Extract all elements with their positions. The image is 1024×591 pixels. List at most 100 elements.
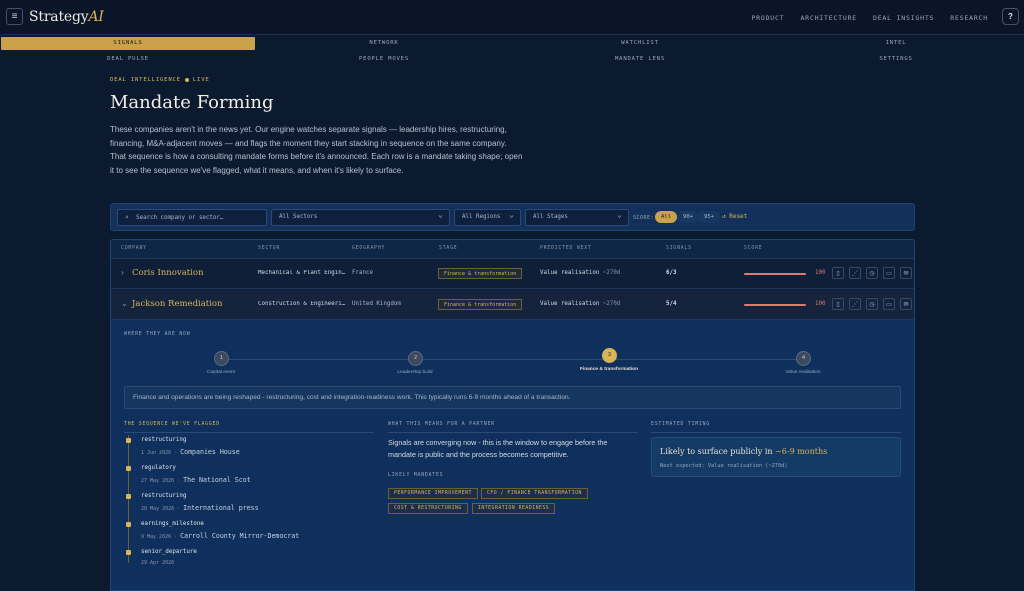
signal-meta: 9 May 2026 · Carroll County Mirror-Democ… — [141, 532, 300, 540]
signals-cell: 5/4 — [666, 301, 677, 307]
sector-select[interactable]: All Sectors — [271, 207, 450, 226]
tab-settings[interactable]: SETTINGS — [769, 53, 1023, 66]
clock-icon[interactable]: ◷ — [866, 267, 878, 279]
predicted-next-cell: Value realisation ~270d — [540, 301, 620, 307]
timeline-dot — [126, 438, 131, 443]
stage-badge: Finance & transformation — [438, 299, 523, 310]
signal-date: 20 May 2026 — [141, 506, 175, 512]
tab-watchlist[interactable]: WATCHLIST — [513, 37, 767, 50]
score-90-pill[interactable]: 90+ — [677, 211, 700, 223]
timing-highlight: ~6-9 months — [775, 447, 828, 456]
col-stage[interactable]: STAGE — [439, 246, 457, 251]
nav-deal-insights[interactable]: DEAL INSIGHTS — [873, 14, 934, 22]
page-intro: These companies aren't in the news yet. … — [110, 125, 523, 176]
chevron-right-icon[interactable]: › — [121, 268, 124, 277]
nav-research[interactable]: RESEARCH — [950, 14, 988, 22]
signal-source[interactable]: International press — [183, 504, 258, 512]
region-select[interactable]: All Regions — [454, 207, 521, 226]
mail-icon[interactable]: ✉ — [900, 298, 912, 310]
step-circle: 2 — [408, 351, 423, 366]
comment-icon[interactable]: ▭ — [883, 267, 895, 279]
score-bar — [744, 273, 806, 275]
signal-source[interactable]: The National Scot — [183, 476, 251, 484]
page-kicker: DEAL INTELLIGENCE LIVE — [110, 77, 210, 83]
signal-date: 27 May 2026 — [141, 478, 175, 484]
tab-people-moves[interactable]: PEOPLE MOVES — [257, 53, 511, 66]
score-bar — [744, 304, 806, 306]
chevron-down-icon[interactable]: ⌄ — [121, 299, 128, 308]
tab-intel[interactable]: INTEL — [769, 37, 1023, 50]
col-sector[interactable]: SECTOR — [258, 246, 280, 251]
nav-architecture[interactable]: ARCHITECTURE — [800, 14, 857, 22]
signal-date: 1 Jun 2026 — [141, 450, 172, 456]
col-predicted-next[interactable]: PREDICTED NEXT — [540, 246, 592, 251]
predicted-next-label: Value realisation — [540, 301, 600, 307]
logo[interactable]: StrategyAI — [29, 9, 104, 25]
signal-date: 9 May 2026 — [141, 534, 172, 540]
company-name[interactable]: Jackson Remediation — [132, 299, 223, 309]
predicted-next-cell: Value realisation ~270d — [540, 270, 620, 276]
tab-signals[interactable]: SIGNALS — [1, 37, 255, 50]
where-label: WHERE THEY ARE NOW — [124, 332, 191, 337]
divider — [651, 432, 901, 433]
col-score[interactable]: SCORE — [744, 246, 762, 251]
sector-cell: Mechanical & Plant Engin… — [258, 270, 346, 276]
mandate-tag: CFO / FINANCE TRANSFORMATION — [481, 488, 588, 499]
bookmark-icon[interactable]: ▯ — [832, 298, 844, 310]
company-name[interactable]: Coris Innovation — [132, 268, 204, 278]
search-input[interactable]: ⌕ Search company or sector… — [117, 209, 267, 226]
score-95-pill[interactable]: 95+ — [698, 211, 721, 223]
timeline-dot — [126, 550, 131, 555]
help-icon[interactable]: ? — [1002, 8, 1019, 25]
col-geography[interactable]: GEOGRAPHY — [352, 246, 385, 251]
timing-estimate: Likely to surface publicly in ~6-9 month… — [660, 447, 828, 456]
table-row[interactable]: ⌄ Jackson Remediation Construction & Eng… — [111, 290, 914, 320]
tab-mandate-lens[interactable]: MANDATE LENS — [513, 53, 767, 66]
step-circle: 1 — [214, 351, 229, 366]
mail-icon[interactable]: ✉ — [900, 267, 912, 279]
table-row[interactable]: › Coris Innovation Mechanical & Plant En… — [111, 259, 914, 289]
score-all-pill[interactable]: All — [655, 211, 678, 223]
tab-deal-pulse[interactable]: DEAL PULSE — [1, 53, 255, 66]
bookmark-icon[interactable]: ▯ — [832, 267, 844, 279]
step-circle: 4 — [796, 351, 811, 366]
live-label: LIVE — [192, 77, 210, 83]
mandate-table: COMPANY SECTOR GEOGRAPHY STAGE PREDICTED… — [110, 239, 915, 591]
partner-text: Signals are converging now - this is the… — [388, 438, 608, 459]
timeline-dot — [126, 522, 131, 527]
live-dot-icon — [184, 78, 189, 82]
score-value: 100 — [815, 301, 826, 307]
signal-type: restructuring — [141, 437, 187, 443]
partner-label: WHAT THIS MEANS FOR A PARTNER — [388, 422, 495, 427]
share-icon[interactable]: ⋰ — [849, 298, 861, 310]
step-circle-active: 3 — [602, 348, 617, 363]
signals-cell: 6/3 — [666, 270, 677, 276]
signal-source[interactable]: Companies House — [180, 448, 240, 456]
reset-button[interactable]: ↺ Reset — [722, 213, 747, 220]
sector-cell: Construction & Engineeri… — [258, 301, 346, 307]
signal-meta: 27 May 2026 · The National Scot — [141, 476, 251, 484]
top-bar: ≡ StrategyAI PRODUCT ARCHITECTURE DEAL I… — [0, 0, 1024, 35]
score-filter-label: SCORE: — [633, 215, 655, 221]
mandate-tag: INTEGRATION READINESS — [472, 503, 556, 514]
page-title: Mandate Forming — [110, 92, 274, 113]
col-company[interactable]: COMPANY — [121, 246, 147, 251]
table-header: COMPANY SECTOR GEOGRAPHY STAGE PREDICTED… — [111, 240, 914, 259]
menu-icon[interactable]: ≡ — [6, 8, 23, 25]
signal-meta: 20 May 2026 · International press — [141, 504, 259, 512]
share-icon[interactable]: ⋰ — [849, 267, 861, 279]
sequence-label: THE SEQUENCE WE'VE FLAGGED — [124, 422, 220, 427]
tab-network[interactable]: NETWORK — [257, 37, 511, 50]
geography-cell: United Kingdom — [352, 301, 401, 307]
stage-select[interactable]: All Stages — [525, 207, 629, 226]
comment-icon[interactable]: ▭ — [883, 298, 895, 310]
clock-icon[interactable]: ◷ — [866, 298, 878, 310]
col-signals[interactable]: SIGNALS — [666, 246, 692, 251]
nav-product[interactable]: PRODUCT — [751, 14, 784, 22]
geography-cell: France — [352, 270, 373, 276]
stage-summary: Finance and operations are being reshape… — [124, 386, 901, 409]
kicker-label: DEAL INTELLIGENCE — [110, 77, 181, 83]
signal-source[interactable]: Carroll County Mirror-Democrat — [180, 532, 299, 540]
signal-meta: 1 Jun 2026 · Companies House — [141, 448, 240, 456]
stage-badge: Finance & transformation — [438, 268, 523, 279]
